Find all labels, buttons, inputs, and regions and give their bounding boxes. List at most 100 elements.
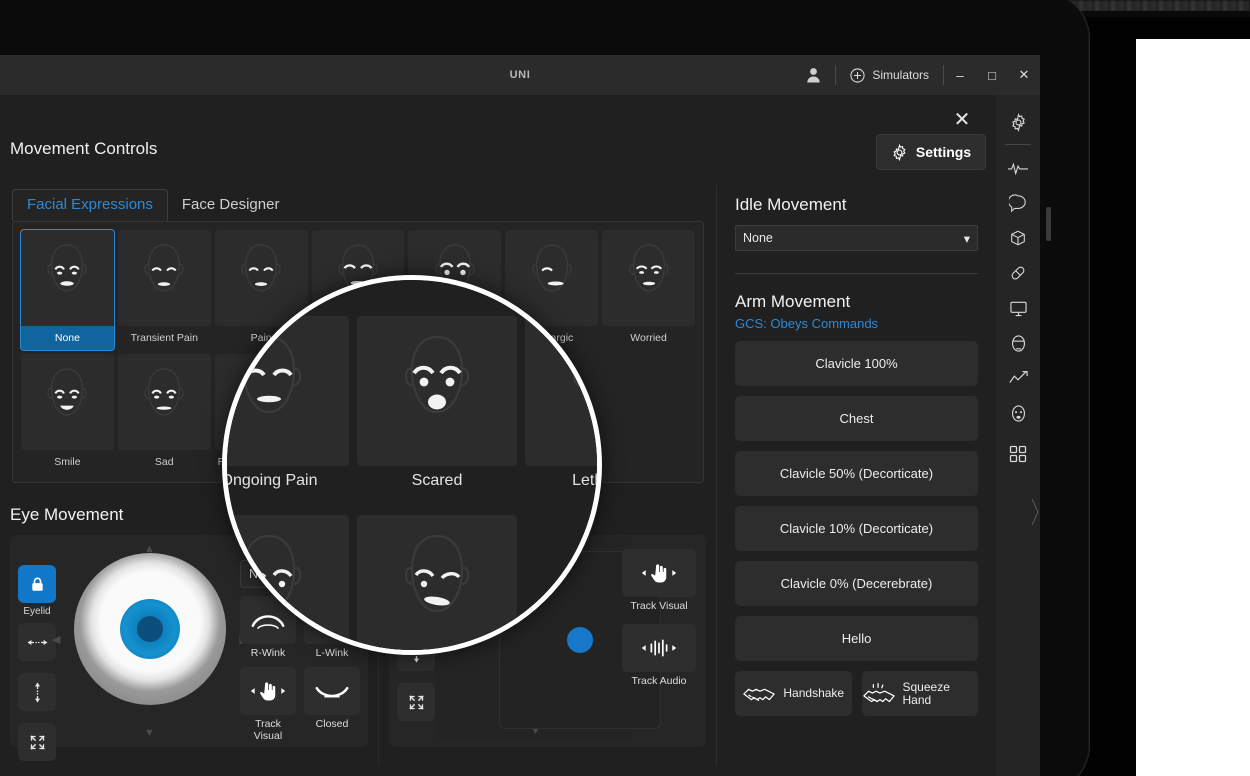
squeeze-hand-icon	[862, 682, 896, 705]
settings-label: Settings	[915, 144, 972, 160]
arm-button-label: Clavicle 10% (Decorticate)	[779, 521, 934, 536]
window-body: ✕ Movement Controls Settings Facial Expr…	[0, 95, 1040, 776]
joystick-left-arrow[interactable]: ◀	[52, 633, 60, 646]
gear-icon[interactable]	[1001, 105, 1035, 139]
head-button-track-visual[interactable]: Track Visual	[622, 549, 696, 612]
face-thumbnail	[117, 354, 211, 450]
face-thumbnail	[357, 316, 517, 466]
right-column-divider	[735, 273, 978, 274]
dialog-close-button[interactable]: ✕	[950, 109, 974, 133]
pupil	[137, 616, 163, 642]
pointing-hand-icon	[622, 549, 696, 597]
application-window: UNI Simulators – □ ✕ ✕ Movement Controls…	[0, 55, 1040, 776]
face-thumbnail	[21, 354, 114, 450]
magnified-expression-scared[interactable]: Scared	[357, 316, 517, 490]
magnified-expression-label: Scared	[411, 472, 463, 489]
idle-movement-title: Idle Movement	[735, 195, 847, 214]
head-mode-free[interactable]	[397, 683, 435, 721]
expression-cell-none[interactable]: None	[20, 229, 115, 351]
window-titlebar: UNI Simulators – □ ✕	[0, 55, 1040, 95]
arm-button-label: Hello	[841, 631, 872, 646]
tab-face-designer[interactable]: Face Designer	[168, 190, 294, 221]
arm-button-label: Clavicle 50% (Decorticate)	[779, 466, 934, 481]
joystick-down-arrow[interactable]: ▼	[144, 727, 155, 739]
pointing-hand-icon	[240, 667, 296, 715]
head-button-track-audio[interactable]: Track Audio	[622, 624, 696, 687]
rail-collapse-handle[interactable]	[1032, 495, 1040, 529]
eye-mode-rail: Eyelid	[18, 565, 56, 773]
arm-movement-buttons: Clavicle 100% Chest Clavicle 50% (Decortic…	[735, 341, 978, 661]
face-thumbnail	[357, 515, 517, 650]
dialog-content: ✕ Movement Controls Settings Facial Expr…	[0, 95, 996, 776]
window-maximize-button[interactable]: □	[976, 55, 1008, 95]
simulators-label: Simulators	[872, 68, 929, 82]
eyeball-graphic[interactable]	[74, 553, 226, 705]
eye-button-track-visual[interactable]: Track Visual	[240, 667, 296, 742]
expression-cell-smile[interactable]: Smile	[21, 354, 114, 474]
expression-cell-empty	[602, 354, 695, 474]
expression-cell-worried[interactable]: Worried	[602, 230, 695, 350]
arm-button-clavicle-0-decerebrate-[interactable]: Clavicle 0% (Decerebrate)	[735, 561, 978, 606]
expression-cell-sad[interactable]: Sad	[117, 354, 211, 474]
eye-button-closed[interactable]: Closed	[304, 667, 360, 742]
rail-divider	[1005, 144, 1031, 145]
arm-button-hello[interactable]: Hello	[735, 616, 978, 661]
eye-mode-horizontal[interactable]	[18, 623, 56, 661]
monitor-icon[interactable]	[1001, 291, 1035, 325]
expression-cell-transient-pain[interactable]: Transient Pain	[117, 230, 211, 350]
face-thumbnail	[227, 316, 349, 466]
eye-mode-vertical[interactable]	[18, 673, 56, 711]
idle-movement-value: None	[743, 231, 773, 245]
device-side-button[interactable]	[1046, 207, 1051, 241]
arm-button-clavicle-10-decorticate-[interactable]: Clavicle 10% (Decorticate)	[735, 506, 978, 551]
handshake-label: Handshake	[783, 686, 845, 700]
expression-label: None	[21, 326, 114, 350]
right-icon-rail	[996, 95, 1040, 776]
magnified-expression-ongoing-pain[interactable]: Ongoing Pain	[227, 316, 349, 490]
window-minimize-button[interactable]: –	[944, 55, 976, 95]
squeeze-hand-button[interactable]: Squeeze Hand	[861, 671, 978, 716]
handshake-icon	[742, 684, 776, 704]
dialog-header: ✕ Movement Controls Settings	[0, 95, 996, 185]
pill-icon[interactable]	[1001, 256, 1035, 290]
head-button-track-visual-label: Track Visual	[630, 600, 688, 612]
screenshot-root: UNI Simulators – □ ✕ ✕ Movement Controls…	[0, 0, 1250, 776]
arm-button-label: Clavicle 100%	[815, 356, 898, 371]
eye-closed-icon	[304, 667, 360, 715]
magnified-expression-left-facial-droop[interactable]: Left Facial Droop	[357, 515, 517, 650]
arm-button-label: Clavicle 0% (Decerebrate)	[780, 576, 933, 591]
tab-facial-expressions[interactable]: Facial Expressions	[12, 189, 168, 221]
grid-apps-icon[interactable]	[1001, 437, 1035, 471]
eye-joystick[interactable]: ▲ ▼ ◀ ▶	[52, 543, 248, 739]
cube-icon[interactable]	[1001, 221, 1035, 255]
settings-button[interactable]: Settings	[876, 134, 986, 170]
add-simulators-button[interactable]: Simulators	[836, 55, 943, 95]
expression-label: Sad	[154, 456, 174, 468]
handshake-button[interactable]: Handshake	[735, 671, 852, 716]
eye-mode-free[interactable]	[18, 723, 56, 761]
face-thumbnail	[525, 316, 597, 466]
gcs-status: GCS: Obeys Commands	[735, 316, 879, 331]
magnified-expression-lethargic[interactable]: Lethargic	[525, 316, 597, 490]
magnifier-lens: Ongoing Pain Scared Lethargic Right Faci…	[222, 275, 602, 655]
idle-movement-select[interactable]: None ▾	[735, 225, 978, 251]
vitals-icon[interactable]	[1001, 151, 1035, 185]
window-close-button[interactable]: ✕	[1008, 55, 1040, 95]
titlebar-right-controls: Simulators – □ ✕	[791, 55, 1040, 95]
tab-bar: Facial Expressions Face Designer	[0, 185, 716, 221]
face-thumbnail	[21, 230, 114, 326]
speech-bubble-icon[interactable]	[1001, 186, 1035, 220]
arm-button-clavicle-100-[interactable]: Clavicle 100%	[735, 341, 978, 386]
face-icon[interactable]	[1001, 396, 1035, 430]
eye-mode-eyelid[interactable]	[18, 565, 56, 603]
arm-button-clavicle-50-decorticate-[interactable]: Clavicle 50% (Decorticate)	[735, 451, 978, 496]
squeeze-hand-label: Squeeze Hand	[902, 679, 950, 707]
user-account-icon[interactable]	[791, 55, 835, 95]
patient-head-icon[interactable]	[1001, 326, 1035, 360]
trend-icon[interactable]	[1001, 361, 1035, 395]
face-thumbnail	[227, 515, 349, 650]
arm-movement-title: Arm Movement	[735, 292, 851, 311]
arm-button-chest[interactable]: Chest	[735, 396, 978, 441]
magnified-expression-right-facial-droop[interactable]: Right Facial Droop	[227, 515, 349, 650]
expression-label: Transient Pain	[130, 332, 198, 344]
